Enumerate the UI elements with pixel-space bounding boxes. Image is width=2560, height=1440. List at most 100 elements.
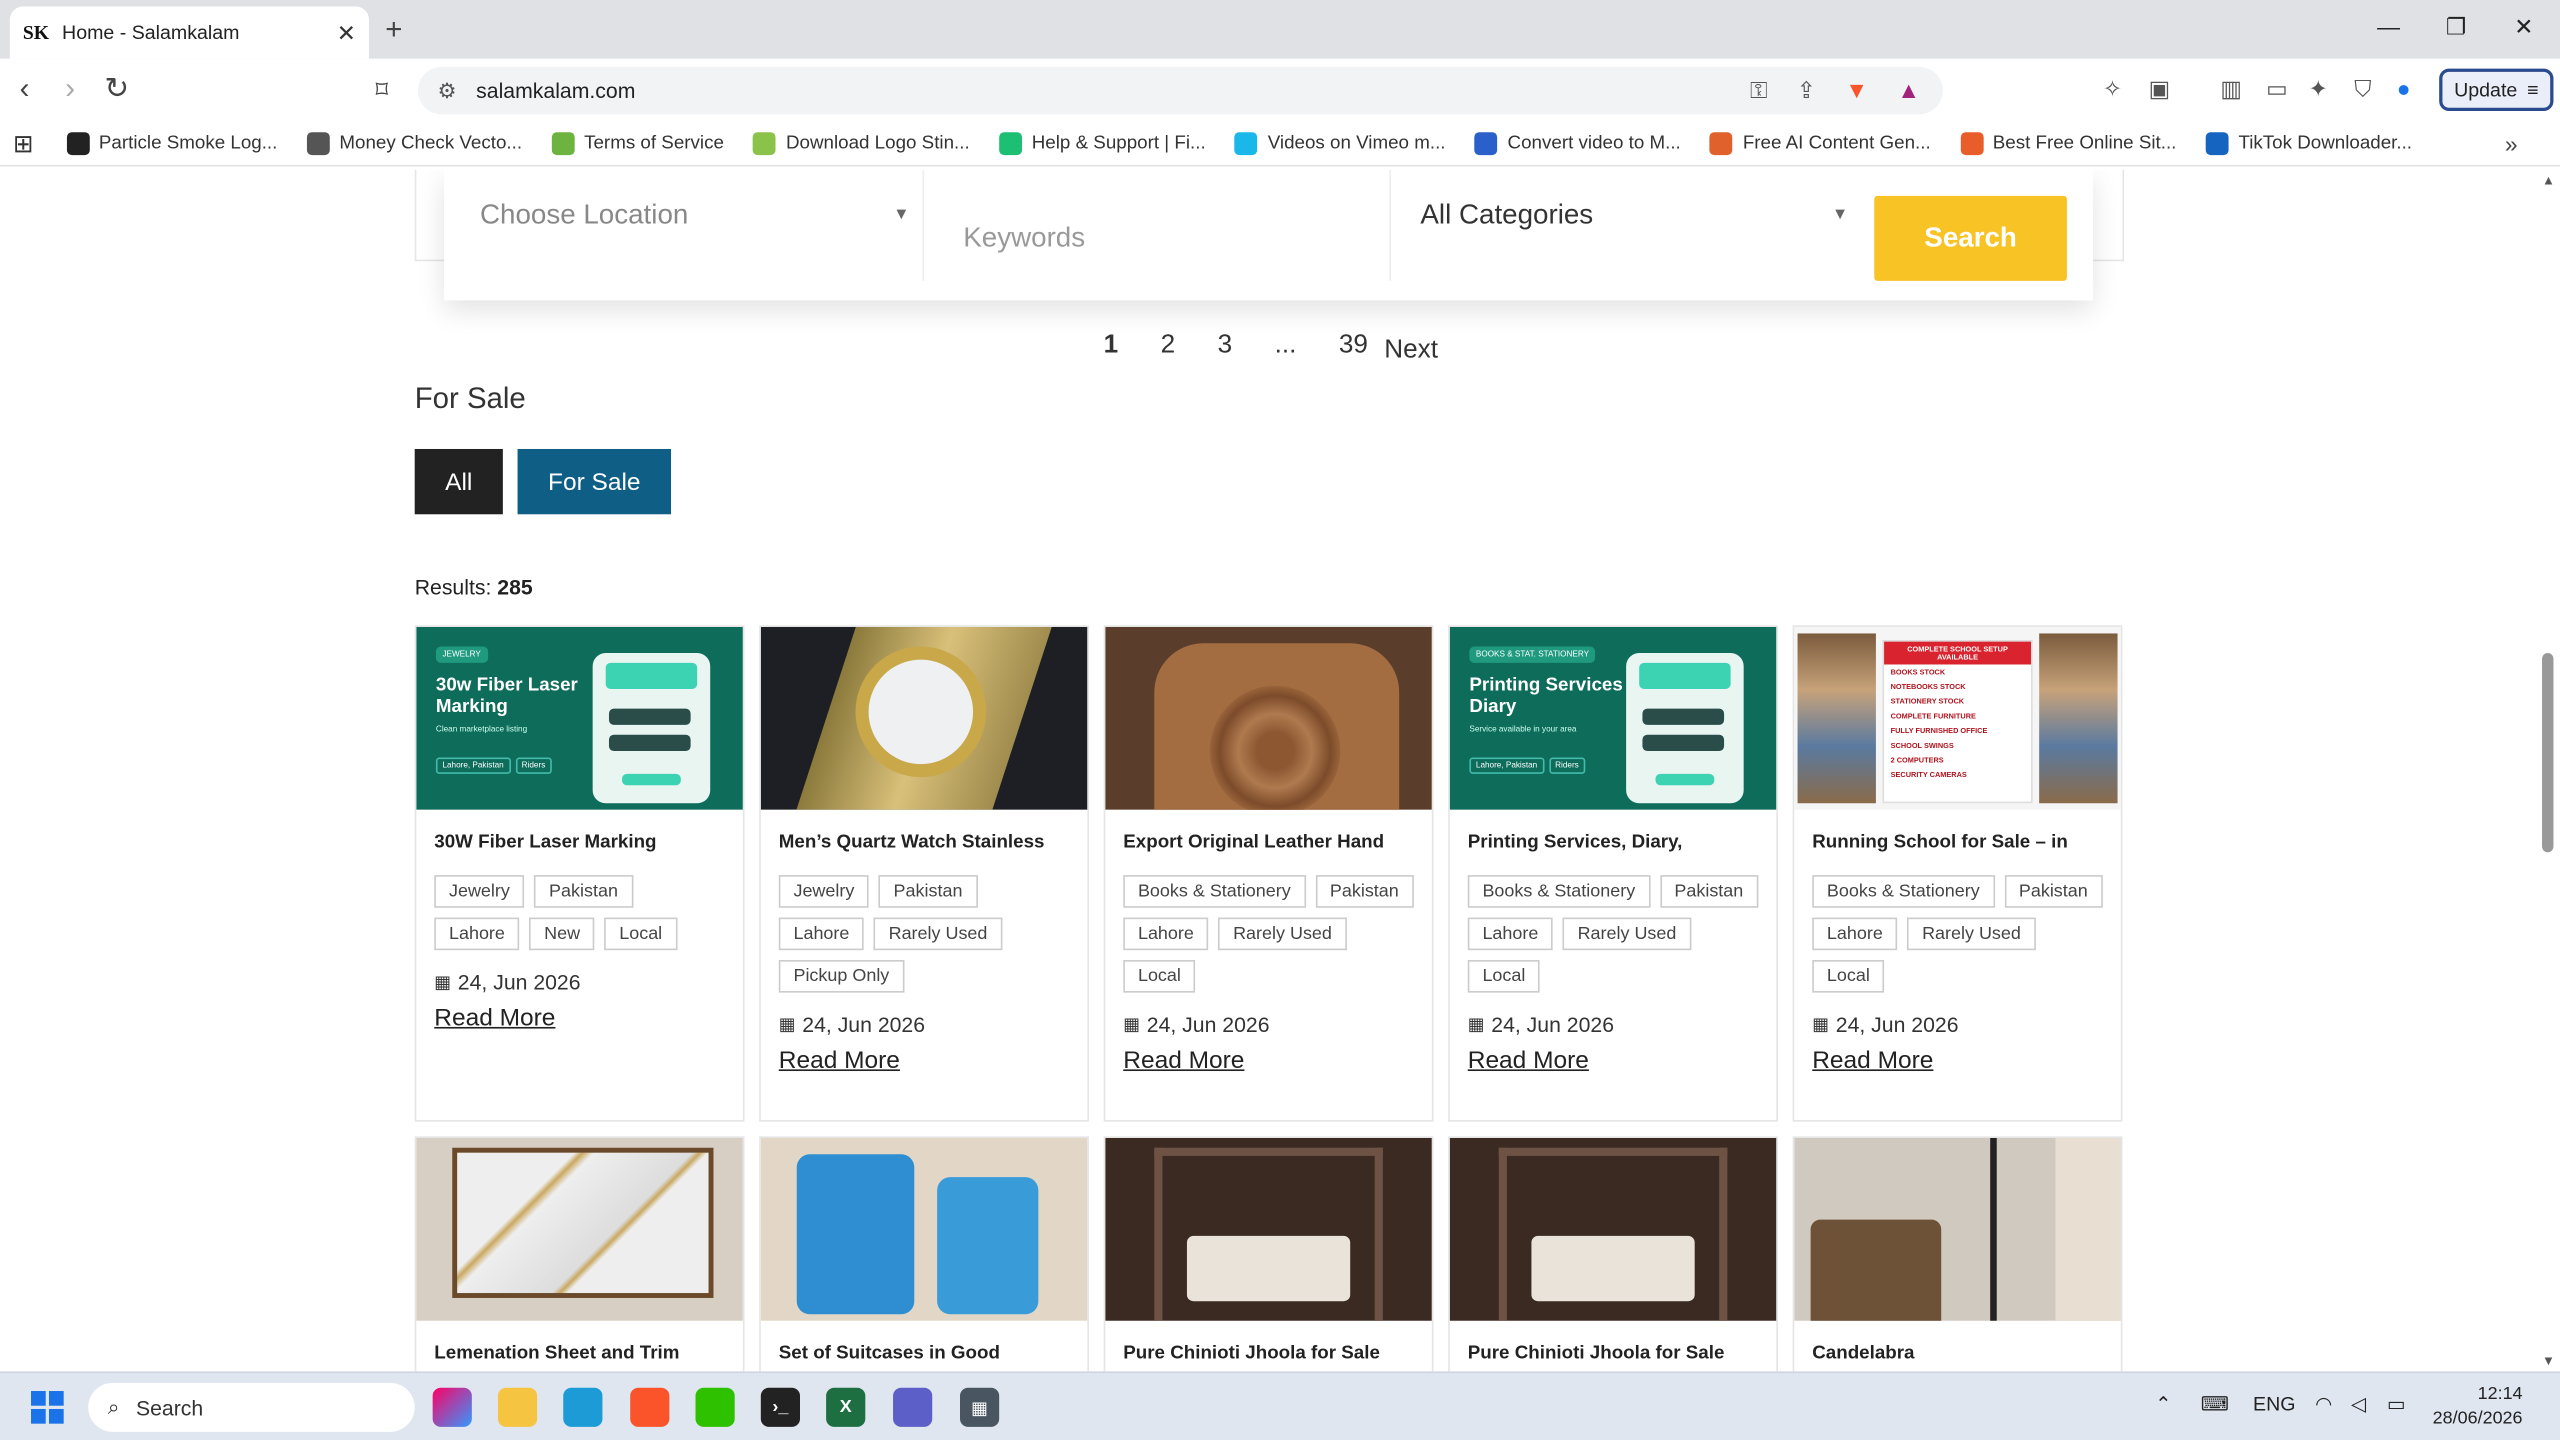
listing-image[interactable]: JEWELRY 30w Fiber Laser Marking Clean mark… (416, 626, 743, 810)
close-tab-icon[interactable]: ✕ (337, 19, 356, 47)
language-indicator[interactable]: ENG (2253, 1393, 2295, 1416)
listing-title[interactable]: Set of Suitcases in Good (761, 1321, 1088, 1364)
apps-grid-icon[interactable]: ⊞ (13, 128, 34, 158)
listing-image[interactable] (1105, 1137, 1432, 1321)
page-3[interactable]: 3 (1218, 331, 1233, 360)
read-more-link[interactable]: Read More (1105, 1037, 1432, 1097)
wallet-icon[interactable]: ▭ (2266, 75, 2288, 103)
listing-image[interactable]: COMPLETE SCHOOL SETUP AVAILABLE BOOKS STO… (1794, 626, 2121, 810)
bookmark-item[interactable]: Download Logo Stin... (753, 131, 970, 155)
listing-title[interactable]: Printing Services, Diary, (1450, 810, 1777, 853)
share-icon[interactable]: ⇪ (1797, 77, 1816, 105)
bookmark-item[interactable]: Help & Support | Fi... (999, 131, 1206, 155)
excel-icon[interactable]: X (826, 1387, 866, 1427)
read-more-link[interactable]: Read More (1450, 1037, 1777, 1097)
bookmark-item[interactable]: TikTok Downloader... (2205, 131, 2412, 155)
back-icon[interactable]: ‹ (20, 72, 30, 106)
scroll-up-icon[interactable]: ▲ (2542, 173, 2555, 188)
url-text[interactable]: salamkalam.com (476, 78, 1750, 102)
bookmark-item[interactable]: Best Free Online Sit... (1960, 131, 2176, 155)
listing-title[interactable]: Lemenation Sheet and Trim (416, 1321, 743, 1364)
listing-title[interactable]: Men’s Quartz Watch Stainless (761, 810, 1088, 853)
brave-browser-icon[interactable] (630, 1387, 670, 1427)
new-tab-icon[interactable]: + (385, 13, 402, 47)
chat-app-icon[interactable] (893, 1387, 933, 1427)
site-settings-icon[interactable]: ⚙ (438, 78, 457, 104)
scroll-down-icon[interactable]: ▼ (2542, 1353, 2555, 1368)
page-scrollbar[interactable]: ▲ ▼ (2537, 169, 2560, 1372)
terminal-icon[interactable]: ›_ (760, 1387, 800, 1427)
read-more-link[interactable]: Read More (761, 1037, 1088, 1097)
browser-tab-active[interactable]: SK Home - Salamkalam ✕ (9, 6, 369, 59)
scroll-thumb[interactable] (2542, 653, 2554, 853)
listing-card[interactable]: Lemenation Sheet and Trim (414, 1136, 745, 1372)
address-bar[interactable]: ⚙ salamkalam.com ⚿ ⇪ ▼ ▲ (417, 66, 1943, 115)
listing-image[interactable] (760, 1137, 1088, 1321)
listing-card[interactable]: Export Original Leather Hand Books & Stat… (1103, 625, 1434, 1122)
bookmark-item[interactable]: Money Check Vecto... (306, 131, 522, 155)
listing-title[interactable]: Pure Chinioti Jhoola for Sale (1450, 1321, 1777, 1364)
taskbar-search[interactable]: ⌕ Search (88, 1382, 415, 1432)
bookmark-icon[interactable]: ⌑ (376, 75, 389, 105)
page-1[interactable]: 1 (1104, 331, 1119, 360)
file-explorer-icon[interactable] (497, 1387, 538, 1427)
brave-shields-icon[interactable]: ▼ (1845, 77, 1868, 105)
listing-card[interactable]: BOOKS & STAT. STATIONERY Printing Service… (1448, 625, 1778, 1122)
listing-title[interactable]: Candelabra (1794, 1321, 2121, 1364)
listing-image[interactable] (1794, 1137, 2121, 1321)
listing-card[interactable]: Set of Suitcases in Good (759, 1136, 1089, 1372)
forward-icon[interactable]: › (65, 72, 75, 106)
listing-card[interactable]: Candelabra (1792, 1136, 2123, 1372)
page-39[interactable]: 39 (1339, 331, 1368, 360)
category-select[interactable]: All Categories ▼ (1391, 170, 1858, 281)
brave-rewards-icon[interactable]: ▲ (1897, 77, 1920, 105)
reload-icon[interactable]: ↻ (104, 72, 129, 106)
calculator-icon[interactable]: ▦ (959, 1387, 1000, 1427)
listing-card[interactable]: JEWELRY 30w Fiber Laser Marking Clean mark… (414, 625, 745, 1122)
listing-title[interactable]: Pure Chinioti Jhoola for Sale (1105, 1321, 1432, 1364)
vpn-icon[interactable]: ⛉ (2354, 75, 2371, 103)
next-page-link[interactable]: Next (1384, 336, 1438, 365)
profile-icon[interactable]: ● (2397, 75, 2411, 101)
read-more-link[interactable]: Read More (416, 994, 743, 1054)
volume-icon[interactable]: ◁ (2351, 1393, 2366, 1416)
listing-image[interactable] (1105, 626, 1432, 810)
bookmark-item[interactable]: Free AI Content Gen... (1710, 131, 1931, 155)
leo-ai-icon[interactable]: ✦ (2309, 75, 2328, 103)
bookmark-item[interactable]: Particle Smoke Log... (66, 131, 277, 155)
battery-icon[interactable]: ▭ (2387, 1393, 2406, 1416)
listing-card[interactable]: Pure Chinioti Jhoola for Sale (1103, 1136, 1434, 1372)
search-button[interactable]: Search (1874, 195, 2067, 281)
listing-title[interactable]: Export Original Leather Hand (1105, 810, 1432, 853)
key-icon[interactable]: ⚿ (1750, 77, 1767, 105)
filter-for-sale-button[interactable]: For Sale (517, 448, 672, 515)
windows-start-icon[interactable] (31, 1391, 64, 1424)
bookmark-item[interactable]: Videos on Vimeo m... (1235, 131, 1446, 155)
update-button[interactable]: Update ≡ (2439, 68, 2554, 112)
listing-title[interactable]: Running School for Sale – in (1794, 810, 2121, 853)
restore-icon[interactable]: ❐ (2446, 13, 2467, 41)
system-clock[interactable]: 12:14 28/06/2026 (2433, 1383, 2523, 1432)
extensions-icon[interactable]: ✧ (2103, 75, 2122, 103)
reader-icon[interactable]: ▣ (2149, 75, 2171, 103)
listing-image[interactable] (1449, 1137, 1777, 1321)
listing-card[interactable]: Men’s Quartz Watch Stainless Jewelry Pakis… (759, 625, 1089, 1122)
listing-image[interactable] (416, 1137, 743, 1321)
listing-card[interactable]: COMPLETE SCHOOL SETUP AVAILABLE BOOKS STO… (1792, 625, 2123, 1122)
keyboard-icon[interactable]: ⌨ (2201, 1393, 2229, 1416)
more-bookmarks-icon[interactable]: » (2505, 131, 2518, 157)
bookmark-item[interactable]: Convert video to M... (1474, 131, 1681, 155)
keywords-input[interactable]: Keywords (924, 169, 1392, 281)
listing-title[interactable]: 30W Fiber Laser Marking (416, 810, 743, 853)
minimize-icon[interactable]: — (2377, 13, 2400, 39)
bookmark-item[interactable]: Terms of Service (551, 131, 724, 155)
location-select[interactable]: Choose Location ▼ (444, 169, 925, 281)
tray-expand-icon[interactable]: ⌃ (2155, 1393, 2171, 1416)
listing-image[interactable]: BOOKS & STAT. STATIONERY Printing Service… (1449, 626, 1777, 810)
listing-card[interactable]: Pure Chinioti Jhoola for Sale (1448, 1136, 1778, 1372)
filter-all-button[interactable]: All (414, 448, 503, 515)
close-window-icon[interactable]: ✕ (2514, 13, 2533, 41)
edge-icon[interactable] (563, 1387, 603, 1427)
sidebar-icon[interactable]: ▥ (2220, 75, 2242, 103)
wifi-icon[interactable]: ◠ (2315, 1393, 2332, 1416)
